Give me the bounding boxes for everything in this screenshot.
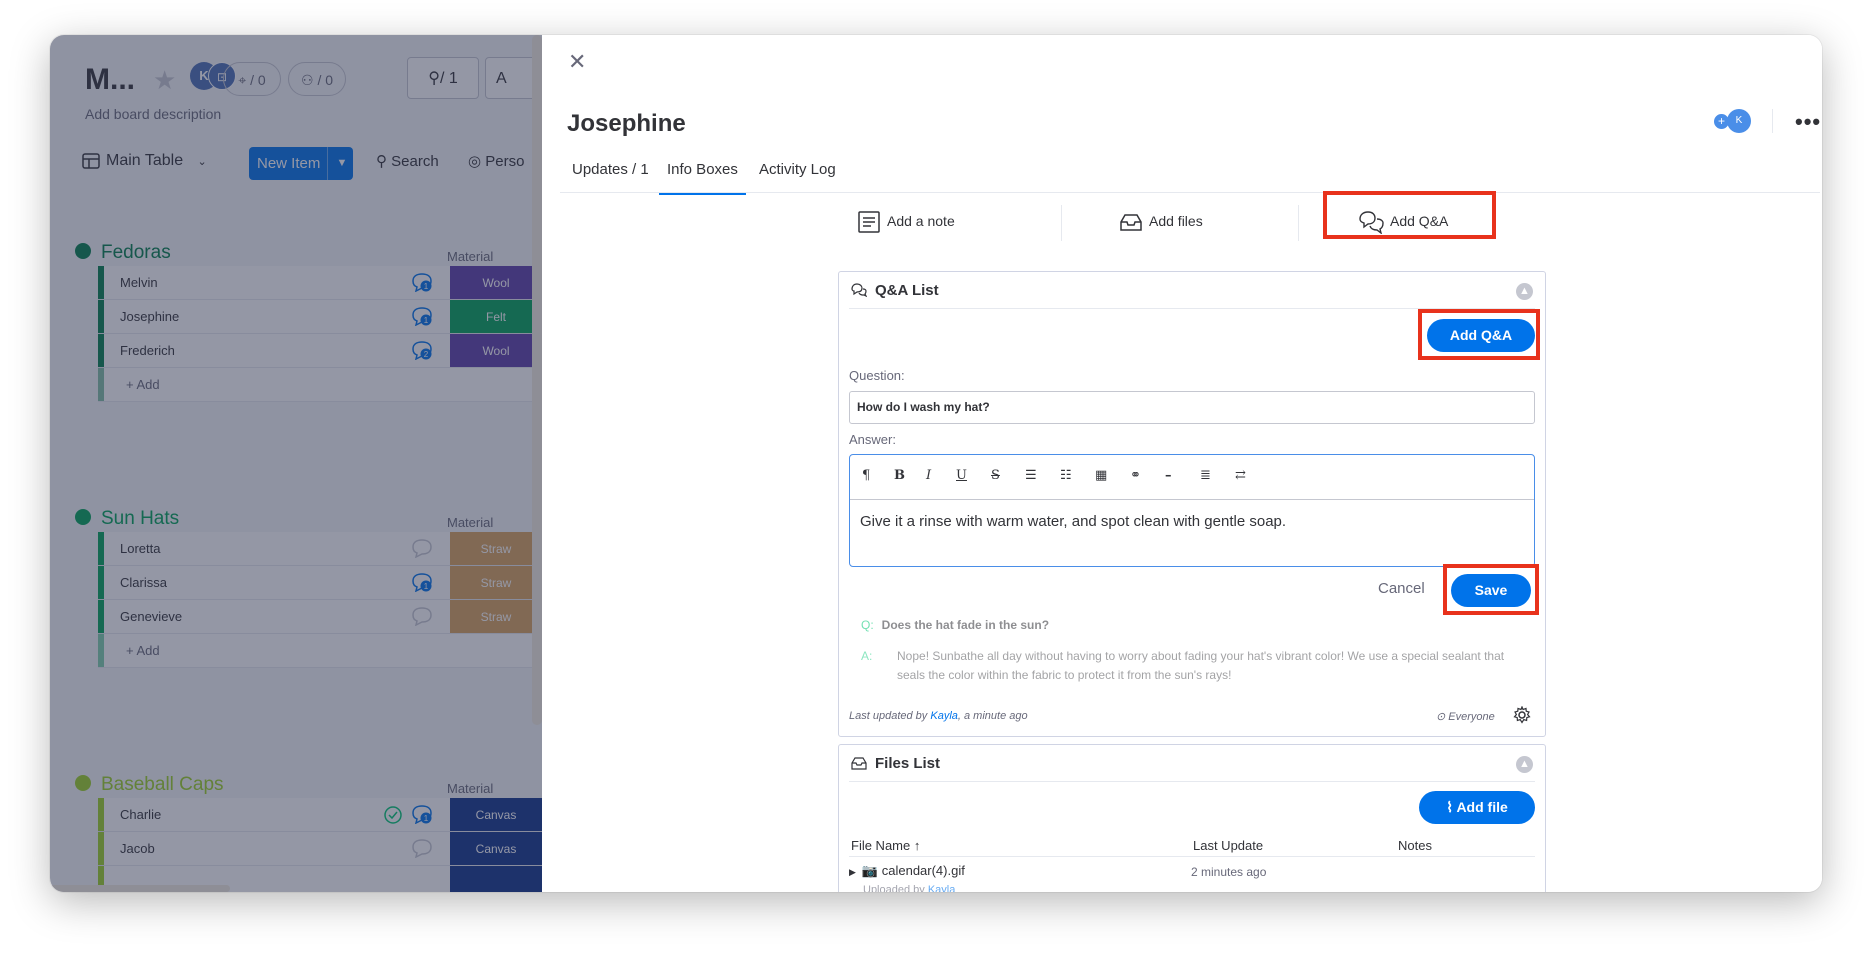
link-icon[interactable]: ⚭ <box>1130 468 1141 483</box>
add-note-button[interactable]: Add a note <box>857 200 955 242</box>
camera-icon: 📷 <box>861 863 879 878</box>
bullet-list-icon[interactable]: ☷ <box>1060 468 1072 483</box>
user-link[interactable]: Kayla <box>930 710 958 722</box>
tab-activity-log[interactable]: Activity Log <box>751 157 844 193</box>
last-updated: Last updated by Kayla, a minute ago <box>849 710 1028 722</box>
bold-icon[interactable]: B <box>894 468 905 483</box>
ordered-list-icon[interactable]: ☰ <box>1025 468 1037 483</box>
more-options-icon[interactable]: ••• <box>1795 109 1821 135</box>
subscribers[interactable]: + K <box>1714 109 1751 133</box>
item-pane: ✕ Josephine + K ••• Updates / 1 Info Box… <box>542 35 1822 892</box>
italic-icon[interactable]: I <box>926 468 931 483</box>
inbox-icon <box>851 757 867 770</box>
card-title[interactable]: Q&A List <box>851 282 939 299</box>
eye-icon: ⊙ <box>1436 711 1446 723</box>
highlight-save-button <box>1443 564 1539 615</box>
file-uploaded-by: Uploaded by Kayla <box>863 884 956 892</box>
tab-info-boxes[interactable]: Info Boxes <box>659 157 746 195</box>
cancel-button[interactable]: Cancel <box>1378 580 1425 597</box>
tab-updates[interactable]: Updates / 1 <box>564 157 657 193</box>
files-list-card: Files List ▲ ⌇ Add file File Name ↑ Last… <box>838 744 1546 892</box>
card-title[interactable]: Files List <box>851 755 940 772</box>
modal-overlay[interactable] <box>50 35 542 892</box>
close-icon[interactable]: ✕ <box>568 49 586 75</box>
app-window: M... ★ K ⊡ ⌖ / 0 ⚇ / 0 ⚲/ 1 A Add board … <box>50 35 1822 892</box>
paperclip-icon: ⌇ <box>1446 799 1454 815</box>
expand-triangle-icon[interactable]: ▶ <box>849 867 856 877</box>
vertical-scrollbar[interactable] <box>532 35 542 725</box>
column-header-notes[interactable]: Notes <box>1398 838 1432 853</box>
existing-question[interactable]: Q: Does the hat fade in the sun? <box>861 618 1049 632</box>
file-row[interactable]: ▶ 📷 calendar(4).gif <box>849 863 965 879</box>
divider-icon[interactable]: – <box>1165 468 1172 483</box>
horizontal-scrollbar[interactable] <box>50 885 230 892</box>
question-input[interactable]: How do I wash my hat? <box>849 391 1535 424</box>
item-title[interactable]: Josephine <box>567 110 686 138</box>
table-icon[interactable]: ▦ <box>1095 468 1107 483</box>
highlight-add-qa-button <box>1418 309 1540 360</box>
board-panel: M... ★ K ⊡ ⌖ / 0 ⚇ / 0 ⚲/ 1 A Add board … <box>50 35 542 892</box>
collapse-up-icon[interactable]: ▲ <box>1516 283 1533 300</box>
text-direction-icon[interactable]: ⇄ <box>1235 468 1246 483</box>
underline-icon[interactable]: U <box>956 468 967 483</box>
column-header-file-name[interactable]: File Name ↑ <box>851 838 920 853</box>
editor-toolbar: ¶ B I U S ☰ ☷ ▦ ⚭ – ≣ ⇄ <box>850 455 1534 500</box>
visibility-setting[interactable]: ⊙ Everyone <box>1436 710 1495 723</box>
avatar: K <box>1727 109 1751 133</box>
add-files-button[interactable]: Add files <box>1119 200 1203 242</box>
question-label: Question: <box>849 368 905 383</box>
add-file-button[interactable]: ⌇ Add file <box>1419 791 1535 824</box>
answer-label: Answer: <box>849 432 896 447</box>
qa-icon <box>851 283 868 298</box>
note-icon <box>858 211 880 234</box>
highlight-add-qa <box>1323 191 1496 239</box>
answer-editor[interactable]: ¶ B I U S ☰ ☷ ▦ ⚭ – ≣ ⇄ Give it a rinse … <box>849 454 1535 567</box>
qa-list-card: Q&A List ▲ Add Q&A Question: How do I wa… <box>838 271 1546 737</box>
answer-text[interactable]: Give it a rinse with warm water, and spo… <box>860 513 1286 530</box>
paragraph-icon[interactable]: ¶ <box>862 468 870 483</box>
collapse-up-icon[interactable]: ▲ <box>1516 756 1533 773</box>
inbox-icon <box>1120 214 1142 232</box>
column-header-last-update[interactable]: Last Update <box>1193 838 1263 853</box>
strikethrough-icon[interactable]: S <box>991 468 1000 483</box>
align-icon[interactable]: ≣ <box>1200 468 1211 483</box>
file-updated: 2 minutes ago <box>1191 865 1267 879</box>
gear-icon[interactable] <box>1513 706 1531 724</box>
